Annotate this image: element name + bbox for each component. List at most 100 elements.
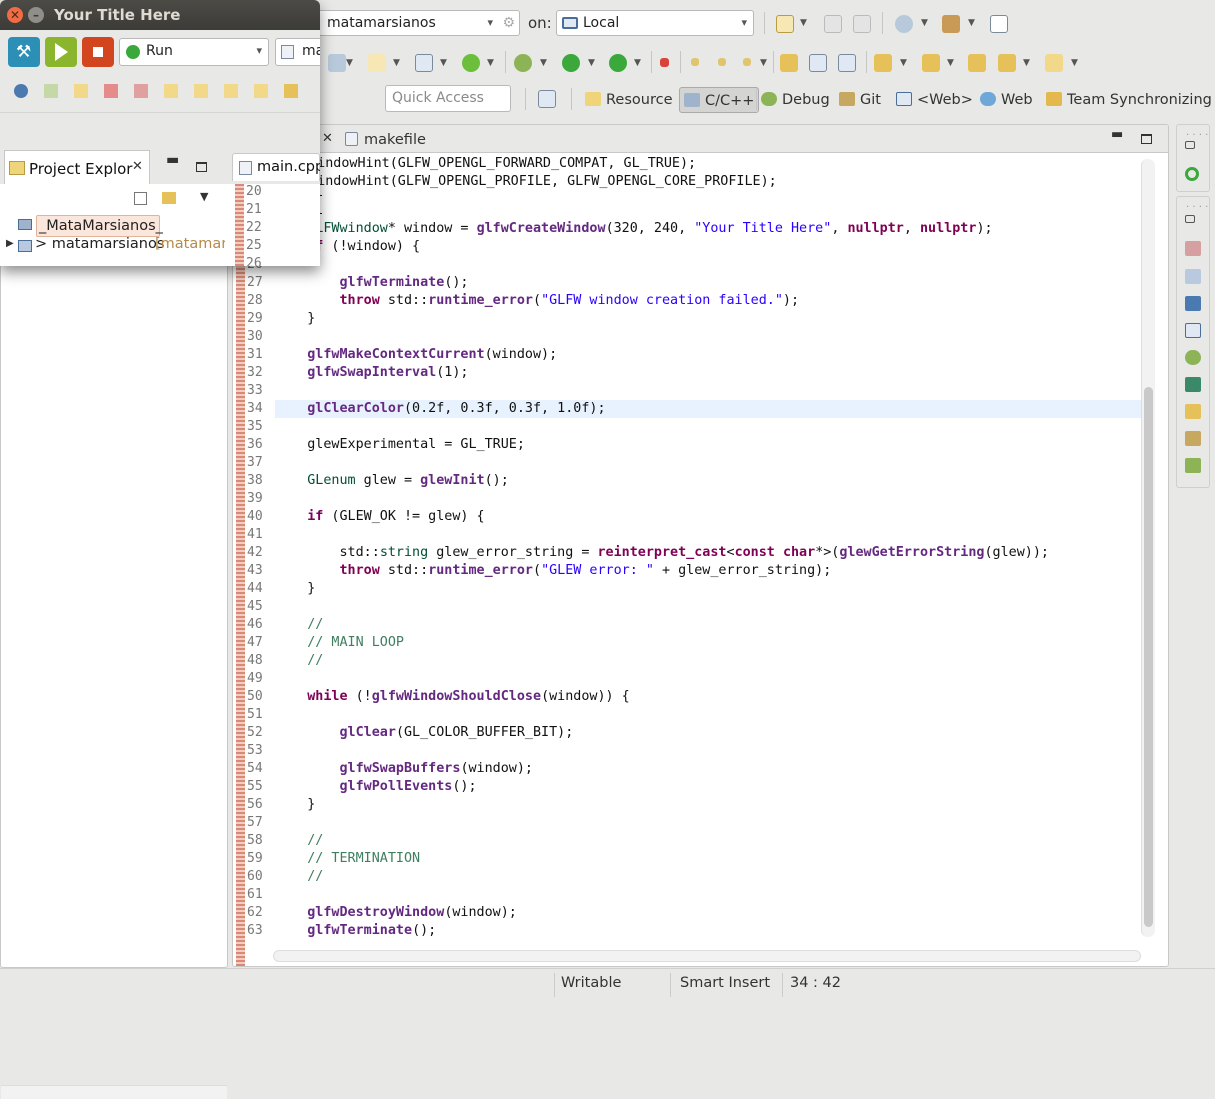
call-hierarchy-icon[interactable] <box>1185 404 1201 419</box>
restore-icon[interactable] <box>1185 215 1195 223</box>
run-button[interactable] <box>45 37 77 67</box>
binary-icon[interactable] <box>990 15 1008 33</box>
chevron-down-icon[interactable]: ▼ <box>393 58 400 68</box>
launch-config-combo[interactable]: matamarsianos ▾ ⚙ <box>300 10 520 36</box>
close-icon[interactable]: ✕ <box>7 7 23 23</box>
perspective-resource[interactable]: Resource <box>585 87 673 113</box>
chevron-down-icon[interactable]: ▼ <box>900 58 907 68</box>
glfw-window-titlebar[interactable]: ✕ – Your Title Here <box>0 0 320 30</box>
perspective-web[interactable]: Web <box>980 87 1033 113</box>
forward-icon[interactable] <box>1045 54 1063 72</box>
suspend-icon[interactable] <box>74 84 88 98</box>
build-button[interactable]: ⚒ <box>8 37 40 67</box>
last-edit-icon[interactable] <box>968 54 986 72</box>
maximize-icon[interactable] <box>196 162 207 172</box>
save-all-icon[interactable] <box>853 15 871 33</box>
close-icon[interactable]: ✕ <box>132 159 143 174</box>
download-icon[interactable] <box>1185 377 1201 392</box>
chevron-down-icon[interactable]: ▼ <box>634 58 641 68</box>
tab-makefile[interactable]: makefile <box>343 129 426 153</box>
chevron-down-icon[interactable]: ▼ <box>487 58 494 68</box>
minimize-icon[interactable]: ▬ <box>1111 127 1123 142</box>
next-annotation-icon[interactable] <box>874 54 892 72</box>
restore-icon[interactable] <box>1185 141 1195 149</box>
view-menu-chevron-down-icon[interactable]: ▼ <box>200 190 208 203</box>
whitespace-icon[interactable] <box>838 54 856 72</box>
block-select-icon[interactable] <box>809 54 827 72</box>
chevron-down-icon[interactable]: ▼ <box>1071 58 1078 68</box>
chevron-down-icon[interactable]: ▼ <box>540 58 547 68</box>
expand-arrow-icon[interactable]: ▶ <box>6 238 14 249</box>
instruction-stepping-icon[interactable] <box>284 84 298 98</box>
chevron-down-icon[interactable]: ▼ <box>947 58 954 68</box>
run-icon[interactable] <box>562 54 580 72</box>
outline-icon[interactable] <box>1185 167 1199 181</box>
annotation-prev-icon[interactable] <box>718 58 726 66</box>
tab-main-cpp[interactable]: main.cpp <box>232 153 320 181</box>
problems-icon[interactable] <box>1185 241 1201 256</box>
chevron-down-icon[interactable]: ▼ <box>921 18 928 28</box>
annotation-next-icon[interactable] <box>743 58 751 66</box>
launch-mode-combo[interactable]: Run ▾ <box>119 38 269 66</box>
debug-view-icon[interactable] <box>1185 350 1201 365</box>
chevron-down-icon[interactable]: ▼ <box>588 58 595 68</box>
maximize-icon[interactable] <box>1141 134 1152 144</box>
launch-target-combo[interactable]: Local ▾ <box>556 10 754 36</box>
drop-to-frame-icon[interactable] <box>254 84 268 98</box>
tree-item-working-set[interactable]: _MataMarsianos_ <box>36 215 163 237</box>
explorer-horizontal-scrollbar[interactable] <box>1 1085 227 1099</box>
collapse-all-icon[interactable] <box>134 192 147 205</box>
skip-breakpoints-icon[interactable] <box>14 84 28 98</box>
gear-icon[interactable]: ⚙ <box>502 11 515 35</box>
resume-icon[interactable] <box>44 84 58 98</box>
run-external-icon[interactable] <box>609 54 627 72</box>
chevron-down-icon[interactable]: ▼ <box>1023 58 1030 68</box>
perspective-team-sync[interactable]: Team Synchronizing <box>1046 87 1212 113</box>
quick-access-input[interactable]: Quick Access <box>385 85 511 112</box>
chevron-down-icon[interactable]: ▼ <box>800 18 807 28</box>
stop-icon[interactable] <box>660 58 669 67</box>
highlight-icon[interactable] <box>780 54 798 72</box>
include-browser-icon[interactable] <box>1185 458 1201 473</box>
link-editor-icon[interactable] <box>162 192 176 204</box>
stop-button[interactable] <box>82 37 114 67</box>
annotation-icon[interactable] <box>691 58 699 66</box>
close-icon[interactable]: ✕ <box>322 131 333 146</box>
debug-icon[interactable] <box>514 54 532 72</box>
new-source-icon[interactable] <box>415 54 433 72</box>
scroll-thumb[interactable] <box>1144 387 1153 927</box>
refresh-icon[interactable] <box>462 54 480 72</box>
new-folder-icon[interactable] <box>368 54 386 72</box>
save-icon[interactable] <box>824 15 842 33</box>
project-explorer-tab[interactable]: Project Explor ✕ <box>4 150 150 184</box>
hammer-icon[interactable] <box>942 15 960 33</box>
tasks-icon[interactable] <box>1185 269 1201 284</box>
launch-config-combo-partial[interactable]: ma <box>275 38 320 66</box>
glfw-window[interactable]: ✕ – Your Title Here ⚒ Run ▾ ma Project E… <box>0 0 320 266</box>
chevron-down-icon[interactable]: ▼ <box>346 58 353 68</box>
terminate-icon[interactable] <box>104 84 118 98</box>
step-into-icon[interactable] <box>164 84 178 98</box>
disconnect-icon[interactable] <box>134 84 148 98</box>
step-over-icon[interactable] <box>194 84 208 98</box>
vertical-scrollbar[interactable] <box>1141 159 1155 937</box>
perspective-cpp[interactable]: C/C++ <box>679 87 760 113</box>
perspective-debug[interactable]: Debug <box>761 87 830 113</box>
minimize-icon[interactable]: ▬ <box>166 152 179 168</box>
chevron-down-icon[interactable]: ▼ <box>760 58 767 68</box>
back-icon[interactable] <box>998 54 1016 72</box>
perspective-web-grid[interactable]: <Web> <box>896 87 973 113</box>
chevron-down-icon[interactable]: ▼ <box>968 18 975 28</box>
perspective-git[interactable]: Git <box>839 87 881 113</box>
properties-icon[interactable] <box>1185 323 1201 338</box>
open-perspective-icon[interactable] <box>538 90 556 108</box>
chevron-down-icon[interactable]: ▼ <box>440 58 447 68</box>
prev-annotation-icon[interactable] <box>922 54 940 72</box>
new-icon[interactable] <box>776 15 794 33</box>
minimize-icon[interactable]: – <box>28 7 44 23</box>
git-repo-icon[interactable] <box>1185 431 1201 446</box>
console-icon[interactable] <box>1185 296 1201 311</box>
step-return-icon[interactable] <box>224 84 238 98</box>
build-target-icon[interactable] <box>895 15 913 33</box>
tree-item-project[interactable]: > matamarsianos <box>35 236 164 252</box>
